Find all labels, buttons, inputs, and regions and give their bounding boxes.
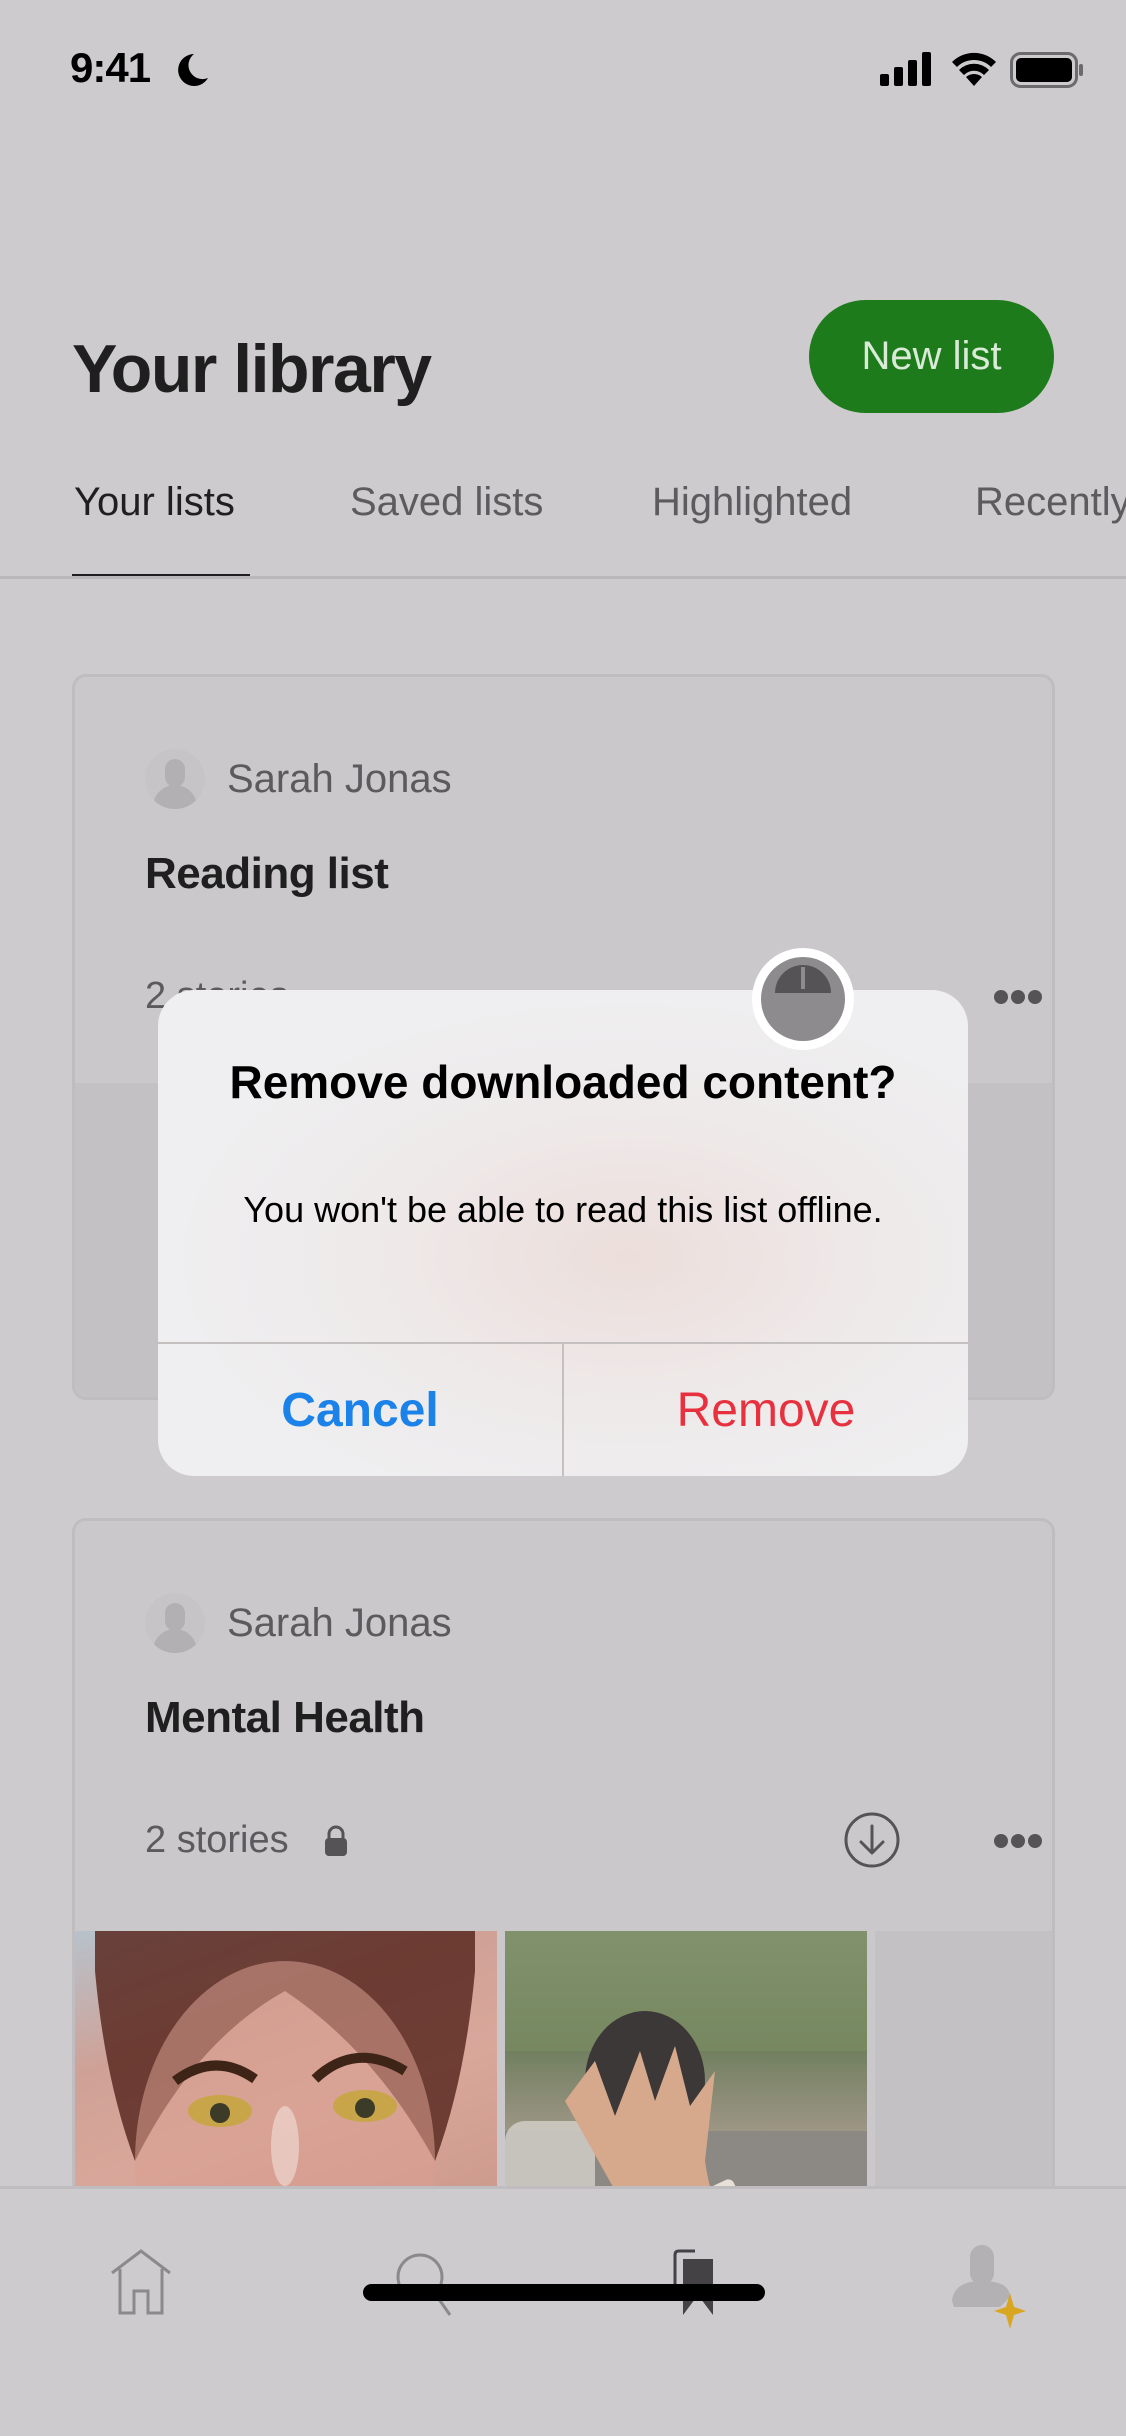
remove-button[interactable]: Remove xyxy=(564,1344,968,1476)
moon-icon xyxy=(178,54,208,86)
cellular-signal-icon xyxy=(880,52,931,86)
lock-icon xyxy=(325,1825,347,1856)
tab-recently-viewed[interactable]: Recently xyxy=(975,480,1126,525)
wifi-icon xyxy=(952,52,996,86)
status-bar: 9:41 xyxy=(0,0,1126,140)
author-name: Sarah Jonas xyxy=(227,756,452,801)
author-row: Sarah Jonas xyxy=(145,749,452,809)
tabs-divider xyxy=(0,576,1126,579)
bottom-tab-bar xyxy=(0,2186,1126,2436)
remove-download-dialog: Remove downloaded content? You won't be … xyxy=(158,990,968,1476)
status-time: 9:41 xyxy=(70,44,151,91)
dialog-title: Remove downloaded content? xyxy=(229,1056,897,1108)
list-card-mental-health[interactable]: Sarah Jonas Mental Health 2 stories xyxy=(72,1518,1055,2258)
page-title: Your library xyxy=(72,331,432,407)
profile-icon xyxy=(952,2245,1026,2329)
more-options-icon[interactable] xyxy=(993,989,1043,1005)
avatar xyxy=(145,749,205,809)
more-options-icon[interactable] xyxy=(993,1833,1043,1849)
list-title[interactable]: Reading list xyxy=(145,849,389,899)
home-icon xyxy=(111,2249,171,2315)
nav-home[interactable] xyxy=(96,2239,186,2329)
download-icon[interactable] xyxy=(843,1811,901,1869)
battery-icon xyxy=(1010,52,1083,88)
tab-your-lists[interactable]: Your lists xyxy=(74,480,235,525)
touch-indicator xyxy=(752,948,854,1050)
new-list-button[interactable]: New list xyxy=(809,300,1054,413)
pressed-download-icon xyxy=(761,957,845,1041)
cancel-button[interactable]: Cancel xyxy=(158,1344,562,1476)
library-tabs: Your lists Saved lists Highlighted Recen… xyxy=(0,470,1126,580)
home-indicator xyxy=(363,2284,765,2301)
author-row: Sarah Jonas xyxy=(145,1593,452,1653)
tab-saved-lists[interactable]: Saved lists xyxy=(350,480,543,525)
avatar xyxy=(145,1593,205,1653)
nav-profile[interactable] xyxy=(940,2239,1030,2329)
story-count: 2 stories xyxy=(145,1819,289,1861)
dialog-message: You won't be able to read this list offl… xyxy=(243,1189,883,1230)
tab-highlighted[interactable]: Highlighted xyxy=(652,480,852,525)
list-title[interactable]: Mental Health xyxy=(145,1693,425,1743)
list-meta-row: 2 stories xyxy=(145,1811,1042,1871)
author-name: Sarah Jonas xyxy=(227,1600,452,1645)
